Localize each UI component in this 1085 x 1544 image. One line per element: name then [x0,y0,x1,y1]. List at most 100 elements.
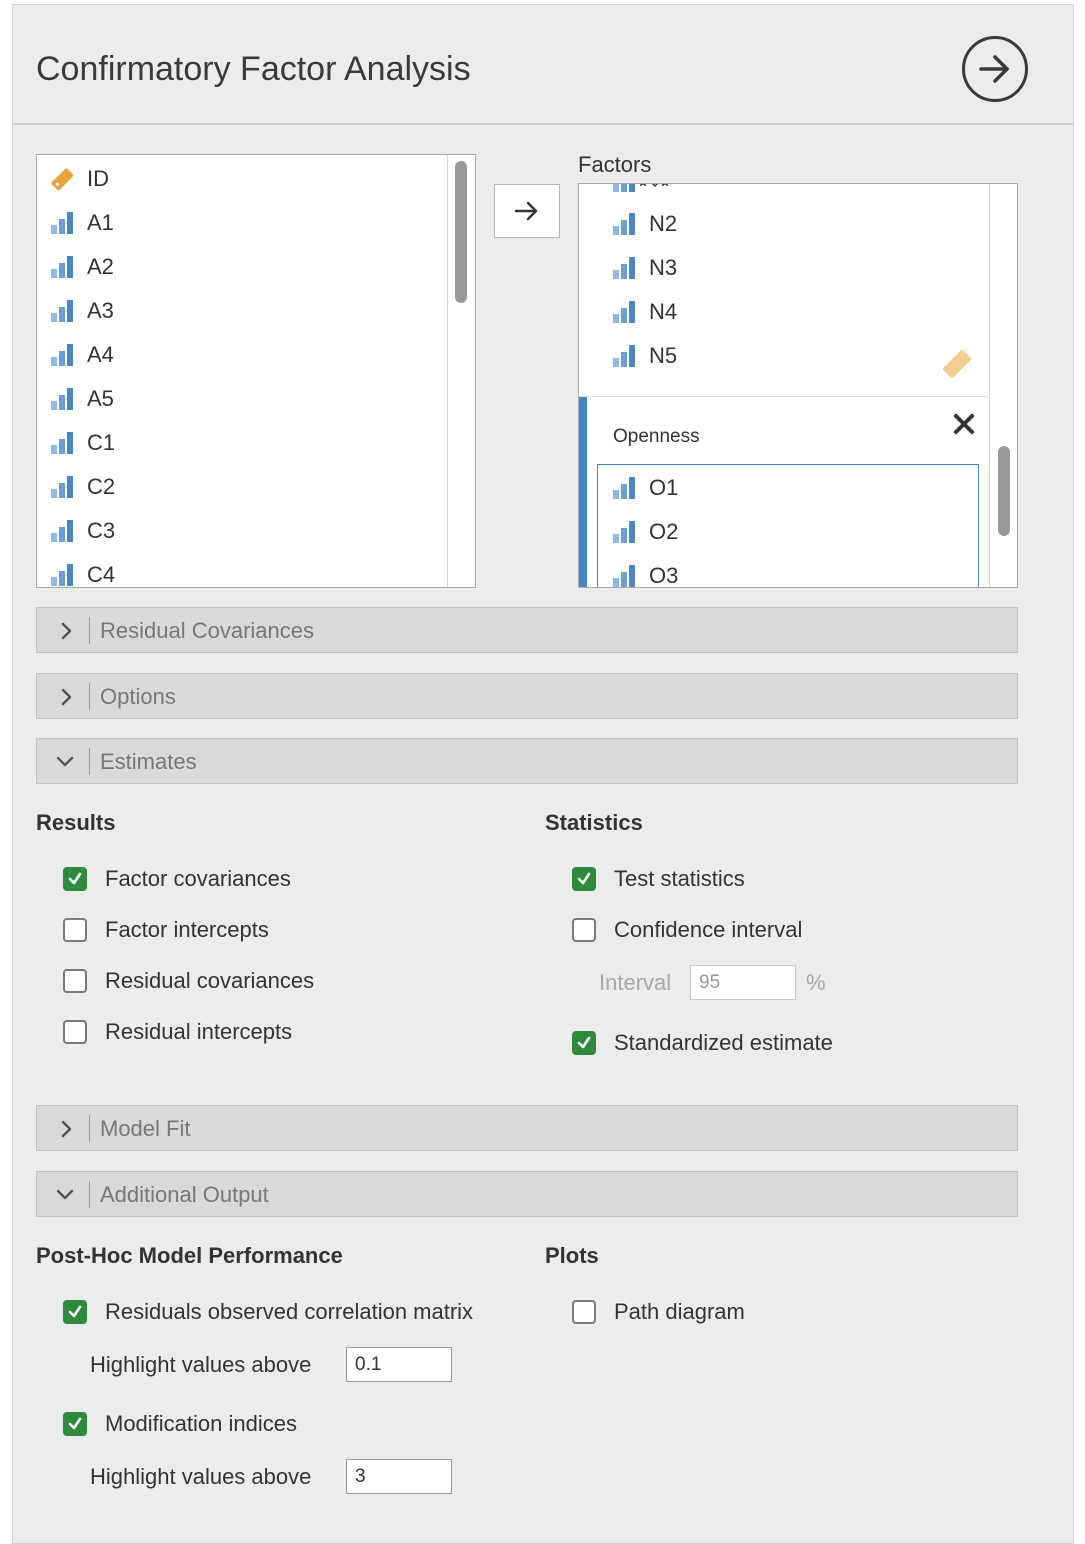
list-item-label: C2 [87,474,116,499]
checkbox[interactable] [63,867,87,891]
list-item[interactable]: N5 [611,334,677,378]
nominal-tag-icon [942,349,972,379]
scale-bars-icon [51,300,73,322]
checkbox[interactable] [63,1020,87,1044]
section-additional-output[interactable]: Additional Output [36,1171,1018,1217]
chevron-right-icon [61,688,72,706]
highlight-label: Highlight values above [90,1464,312,1489]
variables-list[interactable]: ID A1 A2 A3 A4 A5 C1 C2 C3 C4 [36,154,476,588]
factor-variables-box[interactable]: O1 O2 O3 [597,464,979,587]
checkmark-icon [577,872,591,885]
list-item-label: N4 [649,299,678,324]
list-item[interactable]: O2 [611,510,678,554]
checkbox-label: Standardized estimate [614,1030,833,1055]
scale-bars-icon [613,184,635,192]
list-item-label: N5 [649,343,678,368]
section-label: Model Fit [100,1116,191,1141]
scrollbar-thumb[interactable] [455,161,467,303]
section-options[interactable]: Options [36,673,1018,719]
list-item[interactable]: N4 [611,290,677,334]
standardized-estimate-checkbox[interactable]: Standardized estimate [572,1028,833,1058]
checkbox-label: Factor intercepts [105,917,269,942]
results-heading: Results [36,810,116,835]
list-item-label: A1 [87,210,114,235]
checkbox[interactable] [572,918,596,942]
test-statistics-checkbox[interactable]: Test statistics [572,864,745,894]
checkbox[interactable] [63,1412,87,1436]
list-item-label: A3 [87,298,114,323]
scale-bars-icon [51,432,73,454]
list-item-label: C1 [87,430,116,455]
residuals-highlight-input[interactable]: 0.1 [346,1347,452,1382]
section-divider [89,748,90,775]
scale-bars-icon [613,565,635,587]
checkmark-icon [577,1036,591,1049]
list-item[interactable]: A4 [49,333,114,377]
section-label: Additional Output [100,1182,269,1207]
list-item-label: ID [87,166,109,191]
list-item[interactable]: C2 [49,465,115,509]
factor-covariances-checkbox[interactable]: Factor covariances [63,864,291,894]
scale-bars-icon [613,301,635,323]
residual-covariances-checkbox[interactable]: Residual covariances [63,966,314,996]
checkbox[interactable] [572,867,596,891]
list-item[interactable]: O1 [611,466,678,510]
checkbox[interactable] [572,1300,596,1324]
list-item[interactable]: C3 [49,509,115,553]
residuals-matrix-checkbox[interactable]: Residuals observed correlation matrix [63,1297,473,1327]
close-icon[interactable] [953,413,975,435]
mod-highlight-input[interactable]: 3 [346,1459,452,1494]
list-item[interactable]: C1 [49,421,115,465]
assign-arrow-button[interactable] [494,184,560,238]
group-divider [579,396,989,397]
section-label: Residual Covariances [100,618,314,643]
section-estimates[interactable]: Estimates [36,738,1018,784]
confidence-interval-checkbox[interactable]: Confidence interval [572,915,802,945]
checkbox[interactable] [63,1300,87,1324]
chevron-down-icon [56,1189,74,1200]
arrow-right-icon [514,201,538,221]
nominal-tag-icon [51,168,74,191]
modification-indices-checkbox[interactable]: Modification indices [63,1409,297,1439]
checkbox[interactable] [63,969,87,993]
list-item-label: A5 [87,386,114,411]
checkmark-icon [68,1305,82,1318]
plots-heading: Plots [545,1243,599,1268]
checkbox-label: Residual intercepts [105,1019,293,1044]
residual-intercepts-checkbox[interactable]: Residual intercepts [63,1017,292,1047]
list-item-label: A4 [87,342,114,367]
section-residual-covariances[interactable]: Residual Covariances [36,607,1018,653]
list-item-label: O2 [649,519,679,544]
section-model-fit[interactable]: Model Fit [36,1105,1018,1151]
run-button[interactable] [962,36,1028,102]
list-item[interactable]: A3 [49,289,114,333]
chevron-right-icon [61,1120,72,1138]
interval-label: Interval [599,970,672,995]
list-item-label: C3 [87,518,116,543]
section-label: Estimates [100,749,197,774]
checkmark-icon [68,872,82,885]
list-item[interactable]: A2 [49,245,114,289]
list-item[interactable]: O3 [611,554,678,587]
list-item[interactable]: A1 [49,201,114,245]
factor-intercepts-checkbox[interactable]: Factor intercepts [63,915,269,945]
checkmark-icon [68,1417,82,1430]
checkbox[interactable] [572,1031,596,1055]
factors-list[interactable]: N2 N3 N4 N5 Openness O1 O2 O3 [578,183,1018,588]
list-item[interactable]: N3 [611,246,677,290]
path-diagram-checkbox[interactable]: Path diagram [572,1297,745,1327]
list-item[interactable]: N2 [611,202,677,246]
scrollbar-thumb[interactable] [998,446,1010,536]
scale-bars-icon [51,520,73,542]
list-item[interactable]: C4 [49,553,115,587]
page-title: Confirmatory Factor Analysis [36,50,471,88]
interval-input[interactable]: 95 [690,965,796,1000]
checkbox[interactable] [63,918,87,942]
factor-name[interactable]: Openness [613,426,700,448]
clipped-item-label [640,184,668,188]
section-divider [89,617,90,644]
list-item[interactable]: ID [49,157,109,201]
list-item[interactable]: A5 [49,377,114,421]
highlight-label: Highlight values above [90,1352,312,1377]
factors-label: Factors [578,152,652,177]
